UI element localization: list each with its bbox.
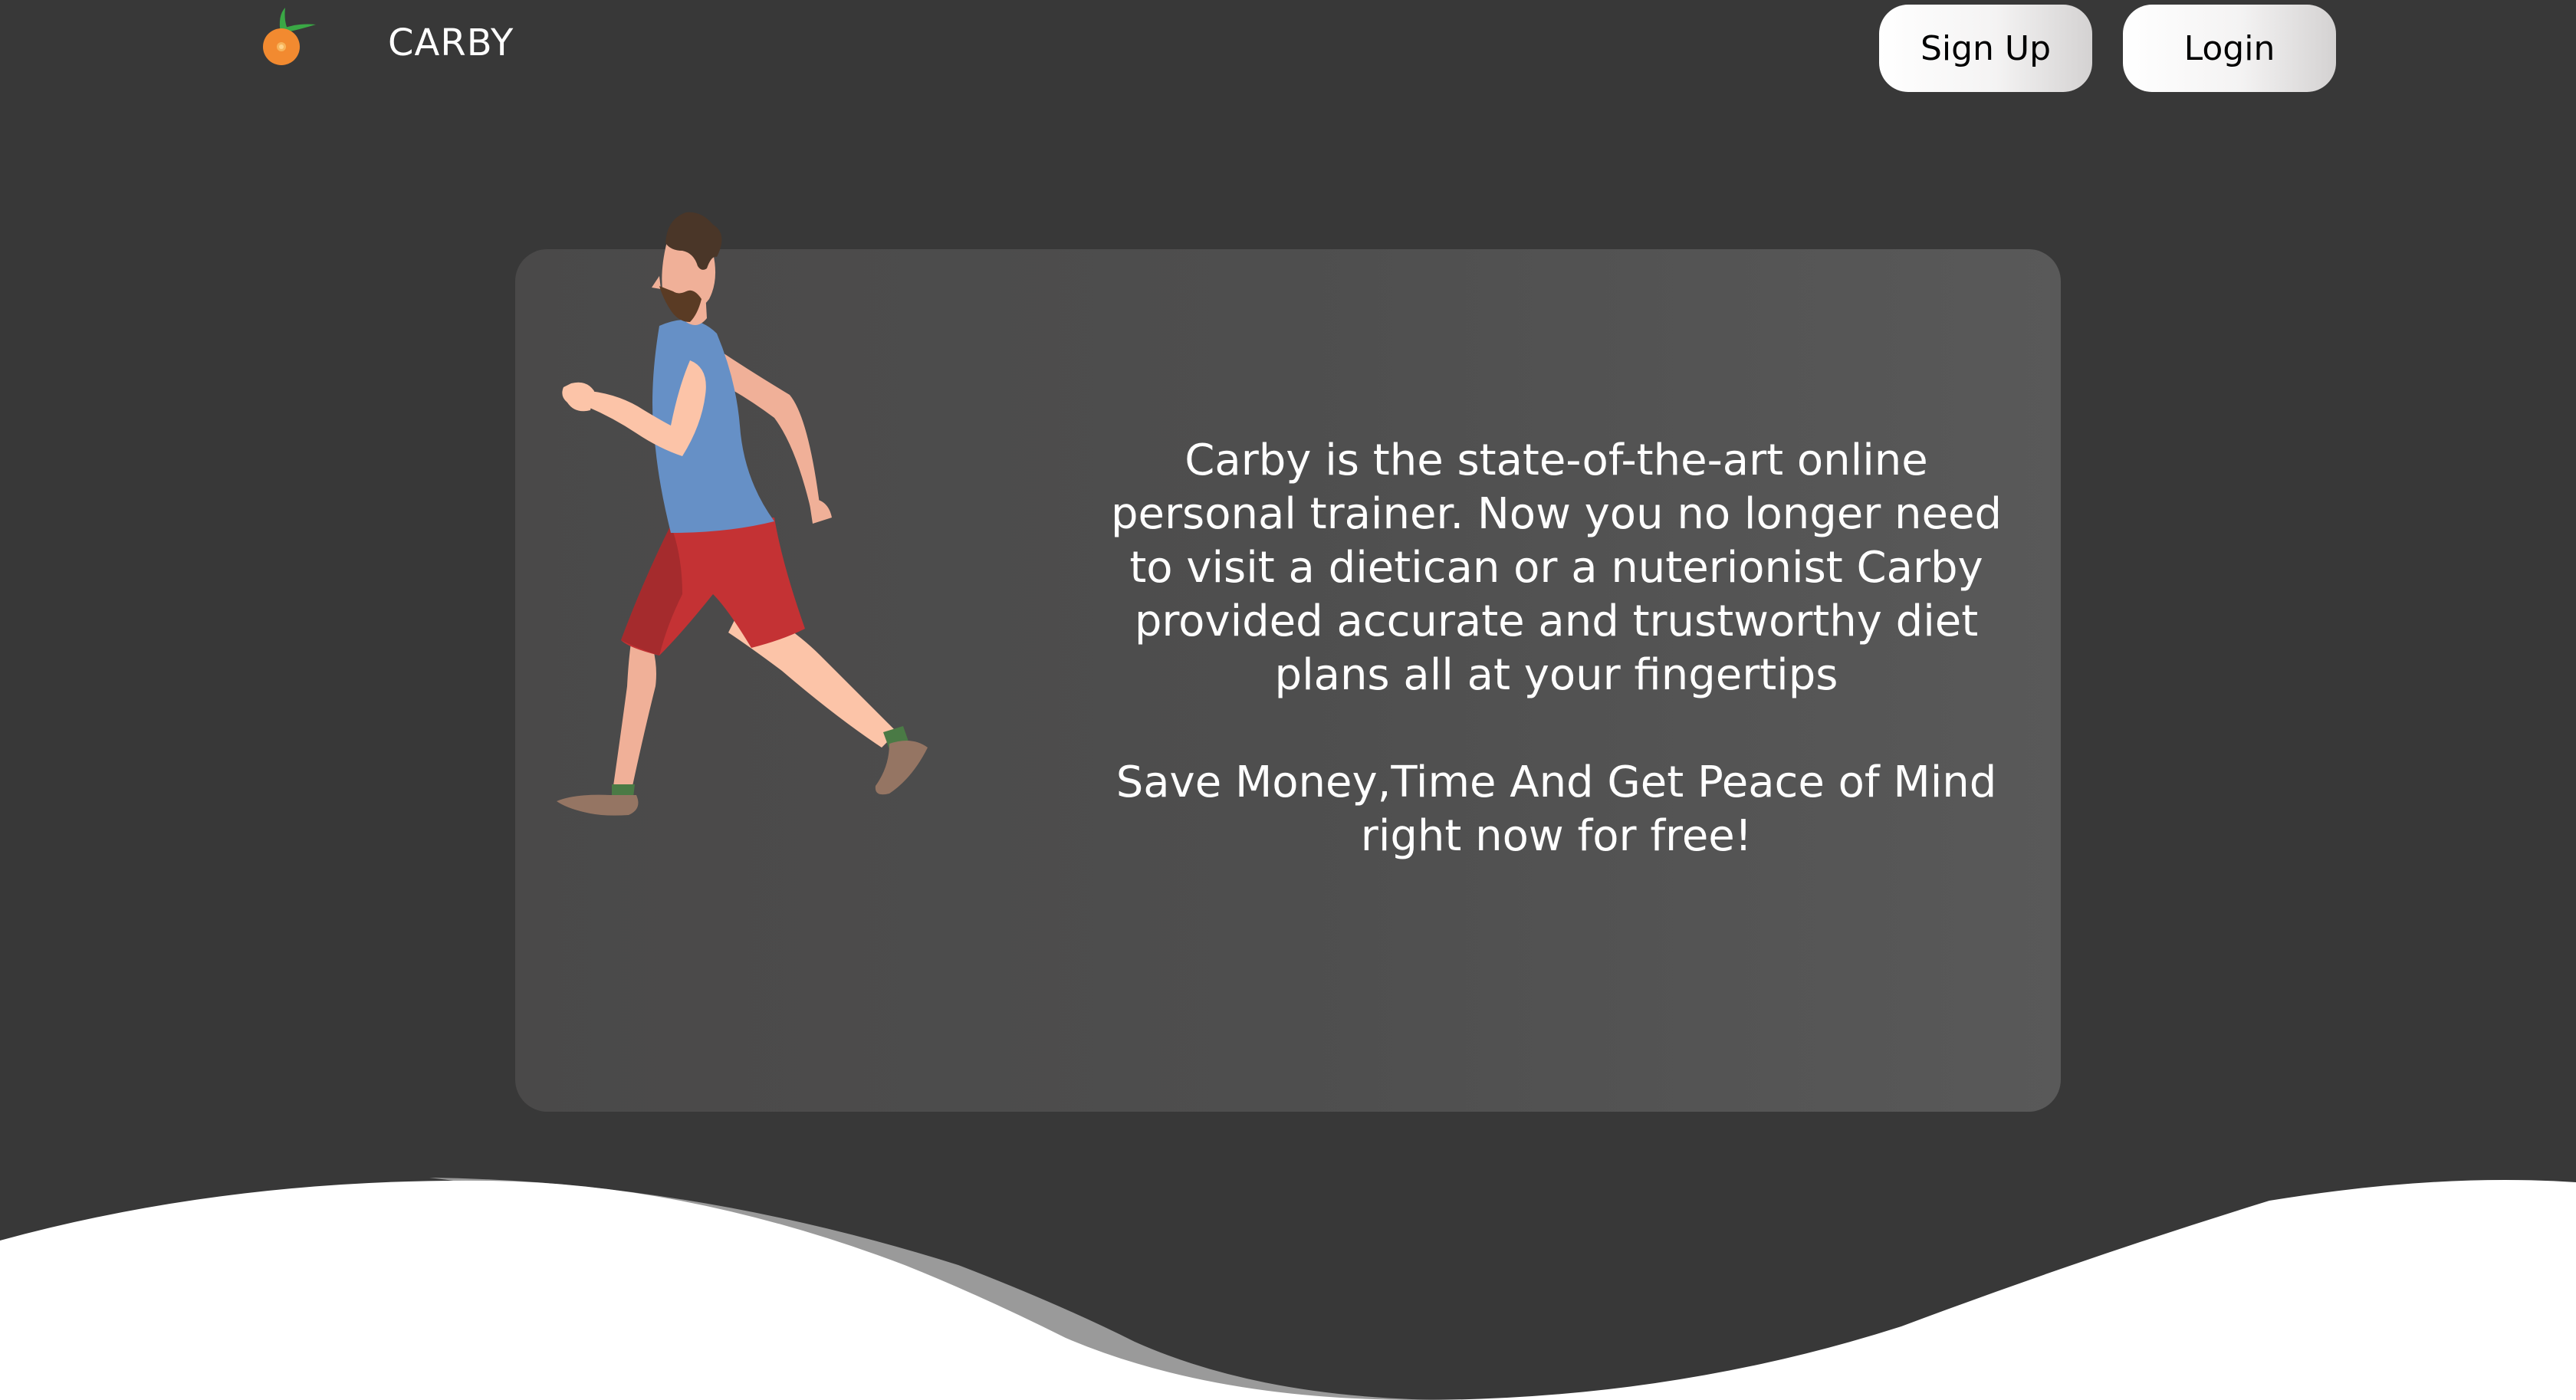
brand-name[interactable]: CARBY	[388, 21, 514, 64]
bottom-wave-decoration	[0, 1178, 2576, 1400]
landing-page: CARBY Sign Up Login Carby is the state-o…	[0, 0, 2576, 1400]
login-button[interactable]: Login	[2123, 5, 2336, 92]
orange-logo-icon[interactable]	[253, 5, 322, 66]
hero-description: Carby is the state-of-the-art online per…	[1111, 435, 2002, 700]
hero-tagline: Save Money,Time And Get Peace of Mind ri…	[1116, 758, 1997, 861]
text-spacer	[1096, 702, 2016, 756]
hero-text: Carby is the state-of-the-art online per…	[1096, 434, 2016, 863]
signup-button[interactable]: Sign Up	[1879, 5, 2092, 92]
running-man-illustration	[557, 212, 928, 816]
